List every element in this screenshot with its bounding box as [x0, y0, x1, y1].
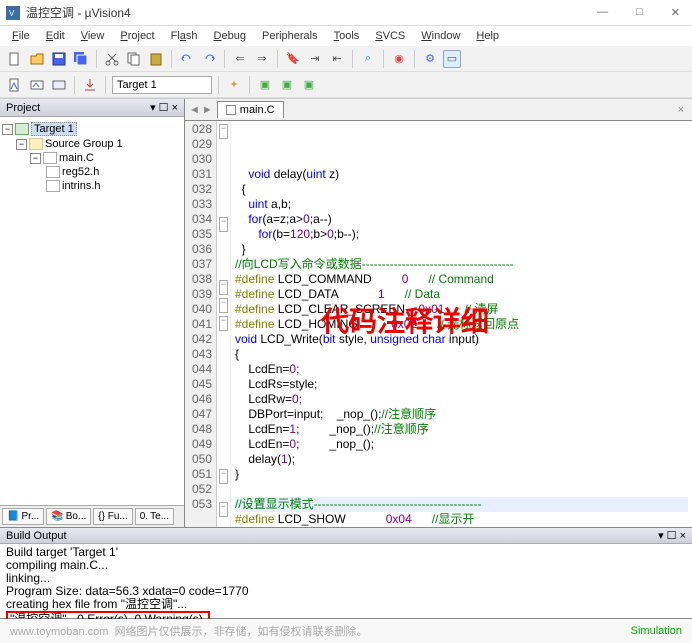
nav-back-icon[interactable]: ⇐: [231, 50, 249, 68]
menu-edit[interactable]: Edit: [40, 28, 71, 44]
tree-target[interactable]: Target 1: [31, 122, 77, 136]
paste-icon[interactable]: [147, 50, 165, 68]
annotation-overlay: 代码注释详细: [321, 315, 489, 330]
code-editor[interactable]: 0280290300310320330340350360370380390400…: [185, 121, 692, 527]
bookmark-icon[interactable]: 🔖: [284, 50, 302, 68]
build-file-icon[interactable]: [6, 76, 24, 94]
menu-peripherals[interactable]: Peripherals: [256, 28, 324, 44]
page-footer: www.toymoban.com 网络图片仅供展示，非存储，如有侵权请联系删除。…: [0, 619, 692, 643]
maximize-button[interactable]: □: [630, 4, 649, 21]
h-file-icon: [46, 166, 60, 178]
h-file-icon: [46, 180, 60, 192]
tab-next-icon[interactable]: ►: [202, 104, 213, 116]
close-button[interactable]: ✕: [665, 4, 686, 21]
tab-functions[interactable]: {} Fu...: [93, 508, 132, 525]
editor-area: ◄► main.C × 0280290300310320330340350360…: [185, 99, 692, 527]
c-file-icon: [226, 105, 236, 115]
tree-file[interactable]: main.C: [59, 152, 94, 164]
menu-flash[interactable]: Flash: [165, 28, 204, 44]
copy-icon[interactable]: [125, 50, 143, 68]
build-output-text[interactable]: Build target 'Target 1' compiling main.C…: [0, 544, 692, 618]
fold-column[interactable]: −−−−−−−: [217, 121, 231, 527]
menu-help[interactable]: Help: [470, 28, 505, 44]
panel-menu-icon[interactable]: ▾ ☐ ×: [658, 529, 686, 542]
build-output-header: Build Output ▾ ☐ ×: [0, 528, 692, 544]
outdent-icon[interactable]: ⇤: [328, 50, 346, 68]
options-icon[interactable]: ✦: [225, 76, 243, 94]
config-icon[interactable]: ⚙: [421, 50, 439, 68]
expand-icon[interactable]: −: [16, 139, 27, 150]
minimize-button[interactable]: —: [591, 4, 614, 21]
c-file-icon: [43, 152, 57, 164]
tree-file[interactable]: intrins.h: [62, 180, 101, 192]
menu-project[interactable]: Project: [114, 28, 160, 44]
window-title: 温控空调 - µVision4: [26, 4, 591, 21]
toolbar-main: ⇐ ⇒ 🔖 ⇥ ⇤ ⌕ ◉ ⚙ ▭: [0, 46, 692, 72]
toolbars: ⇐ ⇒ 🔖 ⇥ ⇤ ⌕ ◉ ⚙ ▭ Target 1 ✦ ▣ ▣ ▣: [0, 46, 692, 99]
manage-icon[interactable]: ▣: [256, 76, 274, 94]
code-content[interactable]: 代码注释详细 void delay(uint z) { uint a,b; fo…: [231, 121, 692, 527]
expand-icon[interactable]: −: [30, 153, 41, 164]
nav-fwd-icon[interactable]: ⇒: [253, 50, 271, 68]
redo-icon[interactable]: [200, 50, 218, 68]
line-gutter: 0280290300310320330340350360370380390400…: [185, 121, 217, 527]
build-target-icon[interactable]: [28, 76, 46, 94]
menu-debug[interactable]: Debug: [208, 28, 252, 44]
window-icon[interactable]: ▭: [443, 50, 461, 68]
menu-svcs[interactable]: SVCS: [369, 28, 411, 44]
undo-icon[interactable]: [178, 50, 196, 68]
toolbar-build: Target 1 ✦ ▣ ▣ ▣: [0, 72, 692, 98]
new-file-icon[interactable]: [6, 50, 24, 68]
svg-text:V: V: [9, 9, 15, 18]
find-icon[interactable]: ⌕: [359, 50, 377, 68]
project-icon: [15, 123, 29, 135]
menu-window[interactable]: Window: [415, 28, 466, 44]
save-icon[interactable]: [50, 50, 68, 68]
indent-icon[interactable]: ⇥: [306, 50, 324, 68]
open-file-icon[interactable]: [28, 50, 46, 68]
tree-group[interactable]: Source Group 1: [45, 138, 123, 150]
manage2-icon[interactable]: ▣: [278, 76, 296, 94]
save-all-icon[interactable]: [72, 50, 90, 68]
download-icon[interactable]: [81, 76, 99, 94]
expand-icon[interactable]: −: [2, 124, 13, 135]
project-panel: Project ▾ ☐ × −Target 1 −Source Group 1 …: [0, 99, 185, 527]
project-tree[interactable]: −Target 1 −Source Group 1 −main.C reg52.…: [0, 117, 184, 505]
app-icon: V: [6, 6, 20, 20]
tab-prev-icon[interactable]: ◄: [189, 104, 200, 116]
tree-file[interactable]: reg52.h: [62, 166, 99, 178]
rebuild-icon[interactable]: [50, 76, 68, 94]
tab-books[interactable]: 📚 Bo...: [46, 508, 91, 525]
cut-icon[interactable]: [103, 50, 121, 68]
project-tabs: 📘 Pr... 📚 Bo... {} Fu... 0. Te...: [0, 505, 184, 527]
panel-menu-icon[interactable]: ▾ ☐ ×: [150, 101, 178, 114]
tab-project[interactable]: 📘 Pr...: [2, 508, 44, 525]
title-bar: V 温控空调 - µVision4 — □ ✕: [0, 0, 692, 26]
build-output-panel: Build Output ▾ ☐ × Build target 'Target …: [0, 527, 692, 618]
project-panel-header: Project ▾ ☐ ×: [0, 99, 184, 117]
target-dropdown[interactable]: Target 1: [112, 76, 212, 94]
tab-templates[interactable]: 0. Te...: [135, 508, 174, 525]
menu-tools[interactable]: Tools: [328, 28, 366, 44]
folder-icon: [29, 138, 43, 150]
manage3-icon[interactable]: ▣: [300, 76, 318, 94]
menu-bar: File Edit View Project Flash Debug Perip…: [0, 26, 692, 46]
editor-tab[interactable]: main.C: [217, 101, 284, 118]
debug-icon[interactable]: ◉: [390, 50, 408, 68]
tab-close-icon[interactable]: ×: [674, 104, 688, 116]
menu-file[interactable]: File: [6, 28, 36, 44]
menu-view[interactable]: View: [75, 28, 111, 44]
